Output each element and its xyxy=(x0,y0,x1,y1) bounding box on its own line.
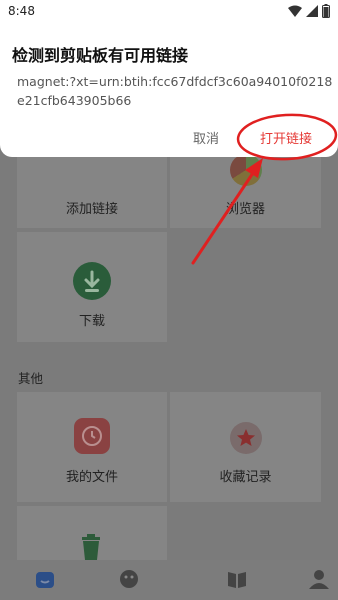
add-link-tile[interactable]: 添加链接 xyxy=(17,150,167,228)
other-section-title: 其他 xyxy=(18,371,44,386)
tab-home[interactable] xyxy=(34,568,56,590)
signal-icon xyxy=(306,5,318,17)
tab-profile[interactable] xyxy=(308,568,330,590)
cleanup-tile[interactable] xyxy=(17,506,167,560)
tab-library[interactable] xyxy=(226,568,248,590)
user-icon xyxy=(309,570,329,589)
my-files-label: 我的文件 xyxy=(65,470,118,485)
tab-discover[interactable] xyxy=(118,568,140,590)
open-link-button[interactable]: 打开链接 xyxy=(260,128,312,147)
favorites-label: 收藏记录 xyxy=(219,470,272,485)
browser-tile[interactable]: 浏览器 xyxy=(170,150,321,228)
wifi-icon xyxy=(288,5,302,17)
dialog-title: 检测到剪贴板有可用链接 xyxy=(12,46,189,65)
browser-icon xyxy=(229,154,262,186)
battery-icon xyxy=(322,4,330,18)
status-icons xyxy=(288,4,330,18)
star-icon xyxy=(229,422,262,454)
favorites-tile[interactable]: 收藏记录 xyxy=(170,392,321,502)
discover-icon xyxy=(120,570,138,588)
status-time: 8:48 xyxy=(8,4,35,18)
bottom-tab-bar xyxy=(0,560,338,600)
dialog-link-text: magnet:?xt=urn:btih:fcc67dfdcf3c60a94010… xyxy=(17,74,333,108)
download-icon xyxy=(73,262,111,300)
my-files-tile[interactable]: 我的文件 xyxy=(17,392,167,502)
home-icon xyxy=(36,572,54,588)
cancel-button[interactable]: 取消 xyxy=(193,128,219,147)
download-tile[interactable]: 下载 xyxy=(17,232,167,342)
add-link-label: 添加链接 xyxy=(65,202,118,217)
status-bar: 8:48 xyxy=(0,0,338,24)
clipboard-link-dialog: 检测到剪贴板有可用链接 magnet:?xt=urn:btih:fcc67dfd… xyxy=(0,24,338,157)
browser-label: 浏览器 xyxy=(225,202,265,217)
trash-icon xyxy=(78,534,104,560)
folder-clock-icon xyxy=(74,418,110,454)
download-label: 下载 xyxy=(78,314,105,329)
book-icon xyxy=(228,572,246,588)
